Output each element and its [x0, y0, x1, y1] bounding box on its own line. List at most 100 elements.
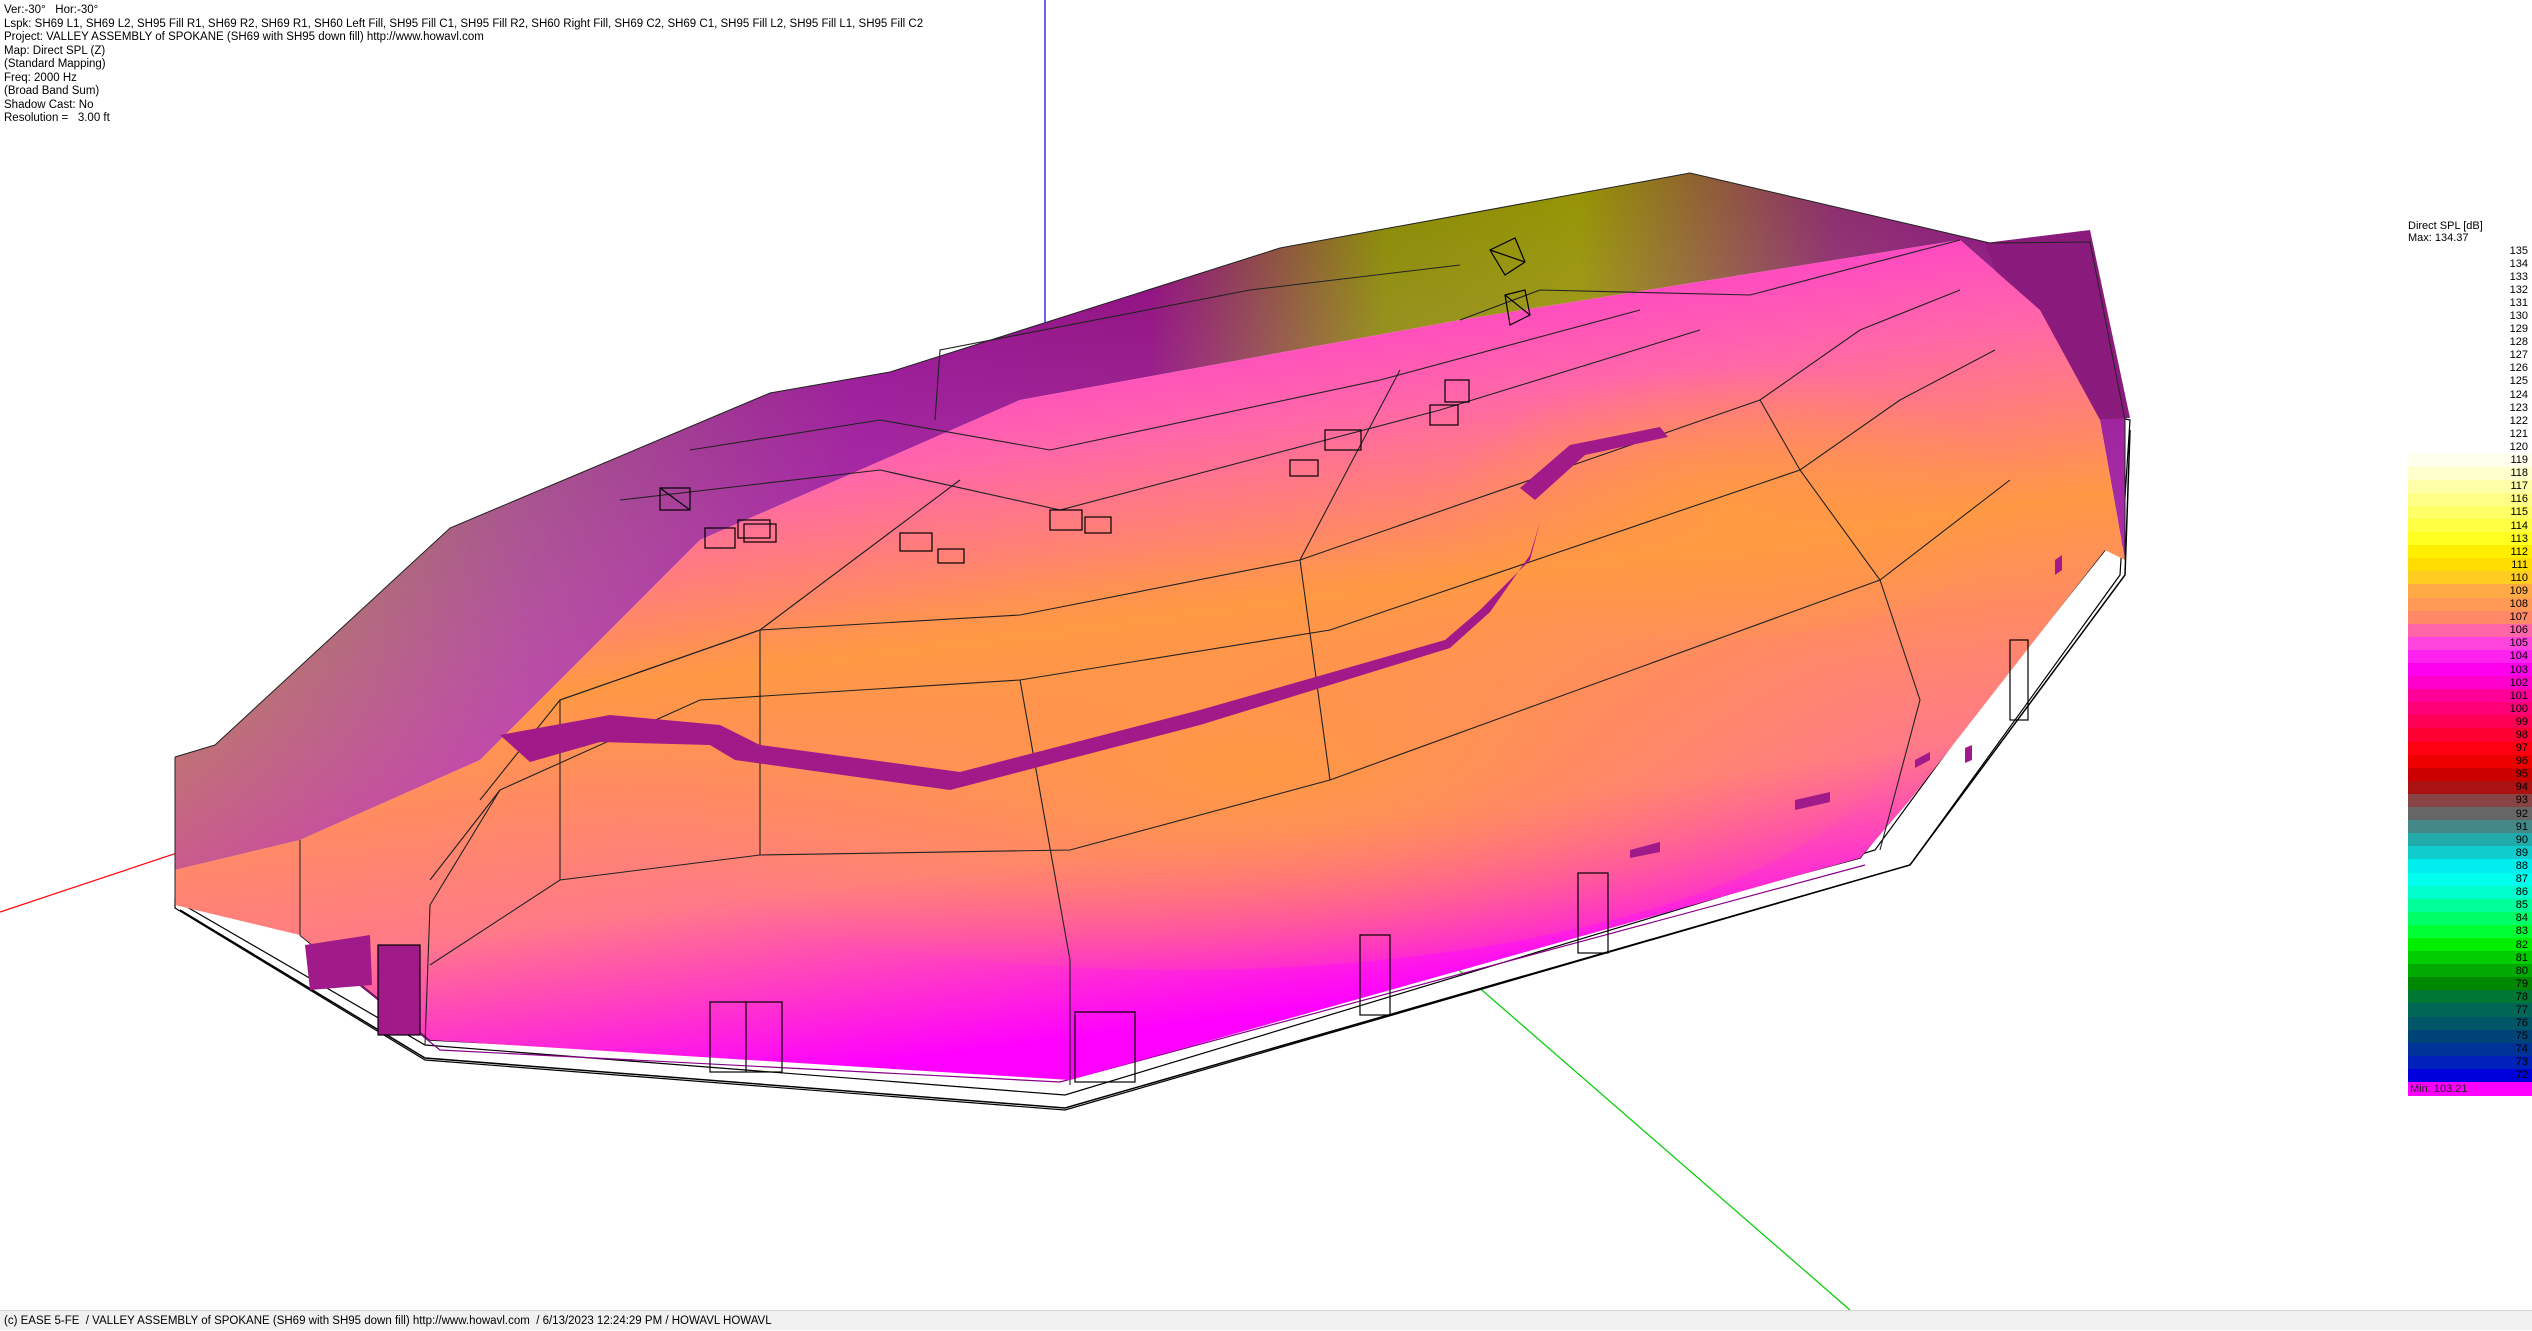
legend-level: 124 — [2408, 388, 2532, 402]
legend-level-label: 107 — [2509, 611, 2528, 624]
legend-level-label: 73 — [2515, 1056, 2528, 1069]
legend-level-label: 88 — [2515, 859, 2528, 872]
legend-level: 110 — [2408, 571, 2532, 585]
legend-level: 111 — [2408, 558, 2532, 572]
status-bar: (c) EASE 5-FE / VALLEY ASSEMBLY of SPOKA… — [0, 1310, 2532, 1330]
legend-level: 106 — [2408, 623, 2532, 637]
legend-level-label: 108 — [2509, 598, 2528, 611]
legend-level-label: 111 — [2511, 558, 2528, 571]
legend-level: 128 — [2408, 335, 2532, 349]
legend-level-label: 128 — [2509, 336, 2528, 349]
legend-level-label: 92 — [2515, 807, 2528, 820]
legend-level-label: 134 — [2509, 257, 2528, 270]
legend-level-label: 117 — [2510, 480, 2528, 493]
legend-level: 100 — [2408, 702, 2532, 716]
legend-level: 95 — [2408, 767, 2532, 781]
legend-level: 78 — [2408, 990, 2532, 1004]
legend-level: 88 — [2408, 859, 2532, 873]
floor-orange-region-2 — [1370, 320, 2030, 640]
legend-level-label: 115 — [2510, 506, 2528, 519]
legend-level-label: 87 — [2515, 873, 2528, 886]
legend-level: 77 — [2408, 1003, 2532, 1017]
legend-level-label: 75 — [2515, 1030, 2528, 1043]
legend-level-label: 95 — [2515, 768, 2528, 781]
legend-level: 113 — [2408, 532, 2532, 546]
legend-level-label: 106 — [2509, 624, 2528, 637]
legend-level: 125 — [2408, 374, 2532, 389]
legend-level-label: 120 — [2509, 440, 2528, 453]
legend-level: 135 — [2408, 244, 2532, 258]
legend-level-label: 121 — [2509, 427, 2528, 440]
legend-level: 119 — [2408, 453, 2532, 467]
legend-level-label: 99 — [2515, 715, 2528, 728]
legend-level: 123 — [2408, 401, 2532, 415]
legend-level-label: 130 — [2509, 310, 2528, 323]
legend-level-label: 102 — [2509, 676, 2528, 689]
legend-level: 116 — [2408, 492, 2532, 506]
legend-level: 133 — [2408, 270, 2532, 284]
legend-level-label: 98 — [2515, 729, 2528, 742]
room-model-view[interactable] — [0, 0, 2532, 1330]
legend-level: 117 — [2408, 479, 2532, 493]
legend-level: 98 — [2408, 728, 2532, 742]
legend-level: 96 — [2408, 754, 2532, 768]
legend-level-label: 78 — [2515, 990, 2528, 1003]
legend-level-label: 114 — [2510, 519, 2528, 532]
legend-level-label: 105 — [2509, 637, 2528, 650]
legend-level: 104 — [2408, 649, 2532, 663]
legend-max-label: Max: 134.37 — [2408, 232, 2469, 244]
legend-level-label: 135 — [2509, 244, 2528, 257]
legend-level: 115 — [2408, 505, 2532, 519]
legend-level: 102 — [2408, 676, 2532, 690]
legend-level-label: 118 — [2510, 467, 2528, 480]
legend-level: 85 — [2408, 898, 2532, 912]
legend-level: 131 — [2408, 296, 2532, 310]
legend-level: 81 — [2408, 951, 2532, 965]
legend-level: 101 — [2408, 689, 2532, 703]
legend-level-label: 77 — [2515, 1003, 2528, 1016]
legend-level: 122 — [2408, 414, 2532, 428]
legend-level-label: 72 — [2515, 1069, 2528, 1082]
legend-level: 118 — [2408, 466, 2532, 480]
legend-min-label: Min: 103.21 — [2408, 1082, 2532, 1096]
legend-level-label: 91 — [2515, 820, 2528, 833]
legend-level: 107 — [2408, 610, 2532, 624]
legend-level: 93 — [2408, 793, 2532, 808]
legend-level-label: 122 — [2509, 414, 2528, 427]
legend-level-label: 116 — [2510, 493, 2528, 506]
legend-level-label: 84 — [2515, 912, 2528, 925]
legend-level-label: 94 — [2515, 781, 2528, 794]
legend-level: 91 — [2408, 820, 2532, 834]
legend-level: 80 — [2408, 964, 2532, 978]
legend-level-label: 119 — [2510, 454, 2528, 467]
legend-level: 82 — [2408, 937, 2532, 952]
legend-level: 126 — [2408, 361, 2532, 375]
legend-level-label: 90 — [2515, 833, 2528, 846]
legend-level-label: 126 — [2509, 362, 2528, 375]
legend-level-label: 101 — [2509, 689, 2528, 702]
legend-level-label: 86 — [2515, 886, 2528, 899]
legend-level: 103 — [2408, 663, 2532, 677]
legend-level-label: 100 — [2509, 702, 2528, 715]
legend-level: 112 — [2408, 545, 2532, 559]
legend-level-label: 74 — [2515, 1043, 2528, 1056]
legend-level: 120 — [2408, 440, 2532, 454]
legend-level-label: 97 — [2515, 742, 2528, 755]
legend-level-label: 129 — [2509, 323, 2528, 336]
legend-level-label: 132 — [2509, 283, 2528, 296]
legend-level-label: 125 — [2509, 375, 2528, 388]
legend-level: 130 — [2408, 309, 2532, 323]
legend-level-label: 85 — [2515, 899, 2528, 912]
legend-level-label: 82 — [2515, 938, 2528, 951]
legend-level: 94 — [2408, 780, 2532, 794]
legend-level-label: 80 — [2515, 964, 2528, 977]
legend-level-label: 79 — [2515, 977, 2528, 990]
legend-level: 127 — [2408, 348, 2532, 362]
y-axis-line — [1429, 944, 1851, 1311]
legend-level-label: 104 — [2509, 650, 2528, 663]
legend-level: 86 — [2408, 885, 2532, 899]
legend-level-label: 124 — [2509, 388, 2528, 401]
legend-level: 84 — [2408, 911, 2532, 925]
legend-level-label: 110 — [2510, 571, 2528, 584]
legend-level: 72 — [2408, 1068, 2532, 1082]
